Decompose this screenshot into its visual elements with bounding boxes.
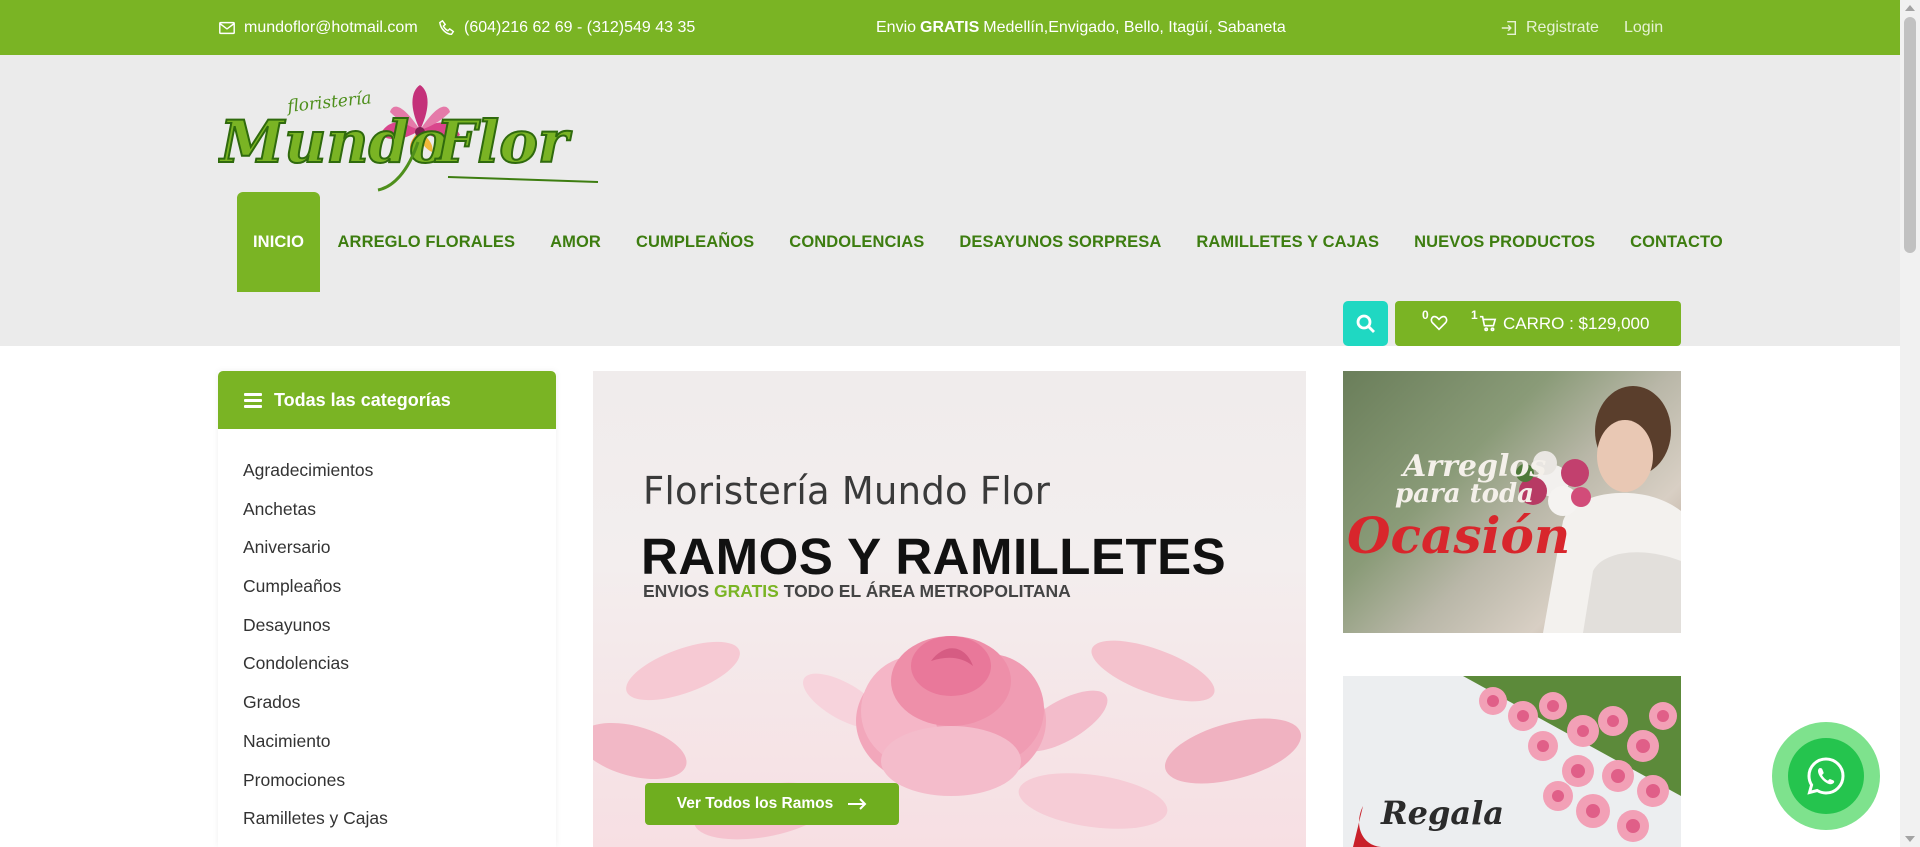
banner-subtitle: Floristería Mundo Flor (643, 469, 1051, 513)
phone-text: (604)216 62 69 - (312)549 43 35 (464, 18, 696, 36)
sign-in-icon (1501, 20, 1517, 35)
categories-header[interactable]: Todas las categorías (218, 371, 556, 429)
nav-item-contacto[interactable]: CONTACTO (1613, 192, 1741, 292)
view-bouquets-button[interactable]: Ver Todos los Ramos (645, 783, 899, 825)
cart-button[interactable]: 1 (1471, 309, 1497, 332)
category-list: Agradecimientos Anchetas Aniversario Cum… (218, 429, 556, 838)
heart-icon (1430, 315, 1448, 331)
nav-item-nuevos-productos[interactable]: NUEVOS PRODUCTOS (1397, 192, 1613, 292)
promo1-line2: para toda (1395, 479, 1535, 509)
whatsapp-icon (1807, 757, 1845, 795)
category-item[interactable]: Condolencias (218, 644, 556, 683)
category-item[interactable]: Agradecimientos (218, 451, 556, 490)
promo-banner-roses[interactable]: Regala (1343, 676, 1681, 847)
tagline-highlight: GRATIS (714, 581, 779, 601)
menu-icon (244, 392, 262, 408)
nav-item-inicio[interactable]: INICIO (237, 192, 321, 292)
shipping-bold: GRATIS (920, 18, 980, 36)
email-text: mundoflor@hotmail.com (244, 18, 418, 36)
contact-phone[interactable]: (604)216 62 69 - (312)549 43 35 (438, 0, 695, 55)
shipping-prefix: Envio (876, 18, 917, 36)
wishlist-count: 0 (1422, 308, 1429, 322)
category-item[interactable]: Grados (218, 683, 556, 722)
shipping-notice: Envio GRATIS Medellín,Envigado, Bello, I… (876, 0, 1286, 55)
nav-item-amor[interactable]: AMOR (533, 192, 619, 292)
category-item[interactable]: Nacimiento (218, 722, 556, 761)
nav-item-arreglo-florales[interactable]: ARREGLO FLORALES (320, 192, 533, 292)
phone-icon (439, 19, 455, 35)
scroll-down-icon[interactable] (1905, 836, 1915, 842)
search-button[interactable] (1343, 301, 1388, 346)
banner-title: RAMOS Y RAMILLETES (641, 528, 1227, 585)
top-bar: mundoflor@hotmail.com (604)216 62 69 - (… (0, 0, 1900, 55)
register-label: Registrate (1526, 18, 1599, 36)
logo-image: floristería Mundo Flor (217, 85, 599, 192)
nav-item-desayunos-sorpresa[interactable]: DESAYUNOS SORPRESA (942, 192, 1179, 292)
mail-icon (219, 21, 235, 34)
scroll-thumb[interactable] (1904, 17, 1916, 253)
tagline-pre: ENVIOS (643, 581, 714, 601)
login-label: Login (1624, 18, 1664, 36)
wishlist-button[interactable]: 0 (1422, 309, 1448, 332)
arrow-right-icon (848, 798, 867, 810)
cart-icon (1479, 315, 1496, 332)
promo-banner-occasions[interactable]: Arreglos para toda Ocasión (1343, 371, 1681, 633)
category-item[interactable]: Desayunos (218, 606, 556, 645)
page-scrollbar[interactable] (1900, 0, 1920, 847)
cta-label: Ver Todos los Ramos (676, 795, 834, 812)
category-item[interactable]: Ramilletes y Cajas (218, 799, 556, 838)
register-link[interactable]: Registrate (1500, 0, 1599, 55)
scroll-up-icon[interactable] (1905, 5, 1915, 11)
main-nav: INICIO ARREGLO FLORALES AMOR CUMPLEAÑOS … (237, 192, 1740, 292)
search-icon (1356, 314, 1375, 333)
whatsapp-button[interactable] (1772, 722, 1880, 830)
nav-item-condolencias[interactable]: CONDOLENCIAS (772, 192, 942, 292)
svg-text:Flor: Flor (434, 108, 573, 176)
category-item[interactable]: Aniversario (218, 528, 556, 567)
category-item[interactable]: Promociones (218, 761, 556, 800)
contact-email[interactable]: mundoflor@hotmail.com (218, 0, 418, 55)
rose-illustration (593, 636, 1302, 840)
cart-count: 1 (1471, 308, 1478, 322)
category-sidebar: Todas las categorías Agradecimientos Anc… (218, 371, 556, 847)
cart-total[interactable]: CARRO : $129,000 (1503, 301, 1649, 346)
banner-tagline: ENVIOS GRATIS TODO EL ÁREA METROPOLITANA (643, 581, 1071, 602)
hero-banner: Floristería Mundo Flor RAMOS Y RAMILLETE… (593, 371, 1306, 847)
logo[interactable]: floristería Mundo Flor (217, 82, 603, 198)
promo1-line3: Ocasión (1347, 506, 1571, 565)
nav-item-ramilletes-y-cajas[interactable]: RAMILLETES Y CAJAS (1179, 192, 1397, 292)
cart-bar[interactable]: 0 1 CARRO : $129,000 (1395, 301, 1681, 346)
promo2-line1: Regala (1381, 794, 1504, 832)
login-link[interactable]: Login (1624, 0, 1663, 55)
svg-text:Mundo: Mundo (218, 108, 448, 176)
tagline-post: TODO EL ÁREA METROPOLITANA (778, 581, 1071, 601)
shipping-areas: Medellín,Envigado, Bello, Itagüí, Sabane… (983, 18, 1286, 36)
whatsapp-inner (1788, 738, 1864, 814)
nav-item-cumpleanos[interactable]: CUMPLEAÑOS (618, 192, 771, 292)
category-item[interactable]: Anchetas (218, 490, 556, 529)
category-item[interactable]: Cumpleaños (218, 567, 556, 606)
categories-title: Todas las categorías (274, 389, 451, 410)
